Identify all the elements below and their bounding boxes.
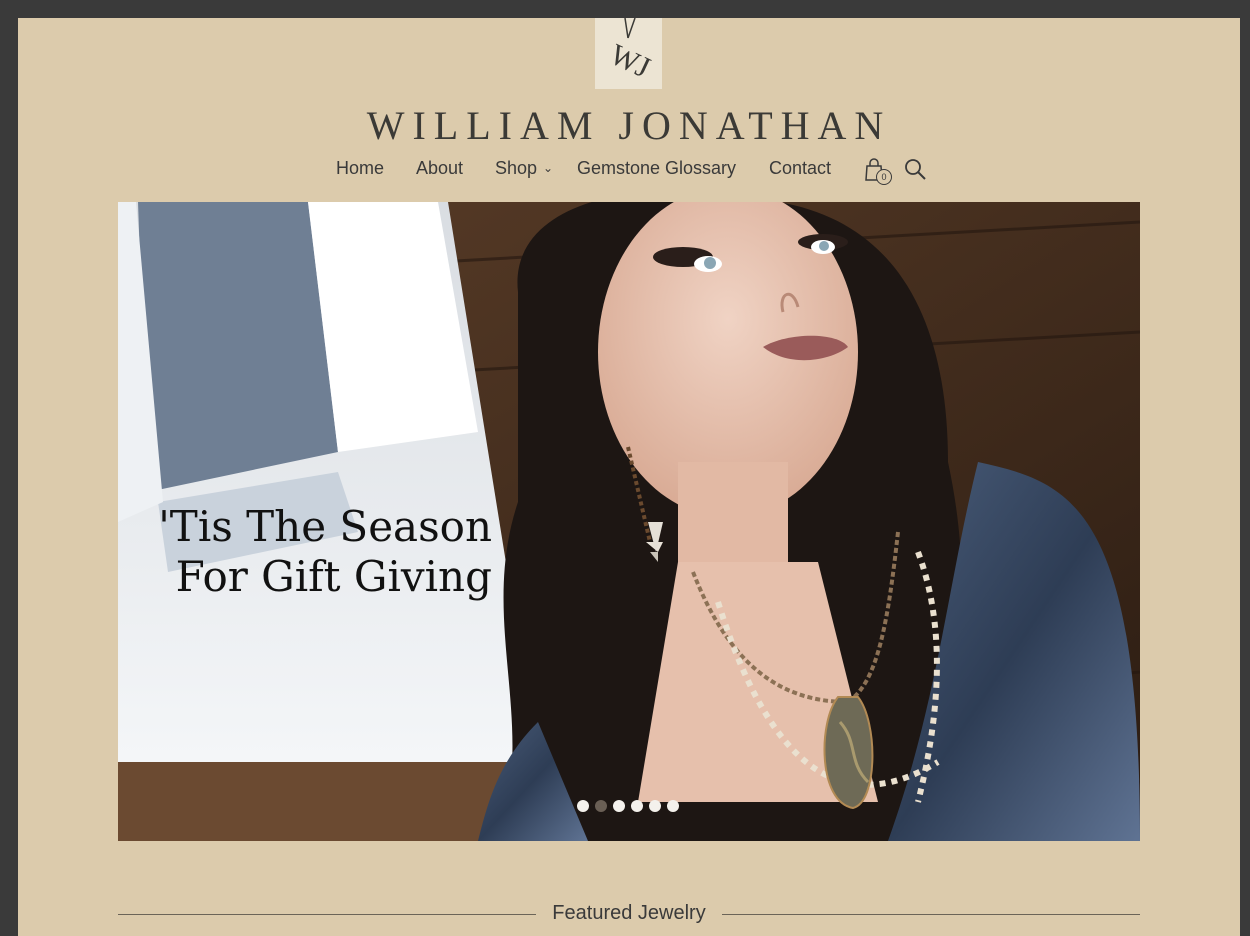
cart-button[interactable]: 0 xyxy=(864,158,894,188)
hero-headline: 'Tis The Season For Gift Giving xyxy=(152,502,492,602)
slider-dot-3[interactable] xyxy=(613,800,625,812)
nav-about[interactable]: About xyxy=(416,158,463,179)
logo-letters: WJ xyxy=(605,38,655,85)
slider-dot-1[interactable] xyxy=(577,800,589,812)
slider-dot-6[interactable] xyxy=(667,800,679,812)
cart-count-badge: 0 xyxy=(876,169,892,185)
main-nav: Home About Shop ⌄ Gemstone Glossary Conta… xyxy=(18,158,1240,185)
page: WJ WILLIAM JONATHAN Home About Shop ⌄ Gem… xyxy=(18,18,1240,936)
brand-name[interactable]: WILLIAM JONATHAN xyxy=(18,102,1240,149)
hero-headline-line1: 'Tis The Season xyxy=(158,502,492,551)
slider-dot-4[interactable] xyxy=(631,800,643,812)
wj-monogram-icon: WJ xyxy=(605,18,655,85)
search-button[interactable] xyxy=(904,158,928,182)
search-icon xyxy=(905,159,926,180)
hero-headline-line2: For Gift Giving xyxy=(175,552,492,601)
divider-right xyxy=(722,914,1140,915)
slider-dot-2[interactable] xyxy=(595,800,607,812)
nav-gemstone-glossary[interactable]: Gemstone Glossary xyxy=(577,158,736,179)
hero-slider[interactable]: 'Tis The Season For Gift Giving xyxy=(118,202,1140,841)
nav-home[interactable]: Home xyxy=(336,158,384,179)
nav-contact[interactable]: Contact xyxy=(769,158,831,179)
slider-dot-5[interactable] xyxy=(649,800,661,812)
nav-shop-label: Shop xyxy=(495,158,538,178)
featured-jewelry-heading: Featured Jewelry xyxy=(118,902,1140,926)
nav-shop[interactable]: Shop ⌄ xyxy=(495,158,553,179)
logo-mark[interactable]: WJ xyxy=(595,18,662,89)
chevron-down-icon: ⌄ xyxy=(543,161,554,175)
